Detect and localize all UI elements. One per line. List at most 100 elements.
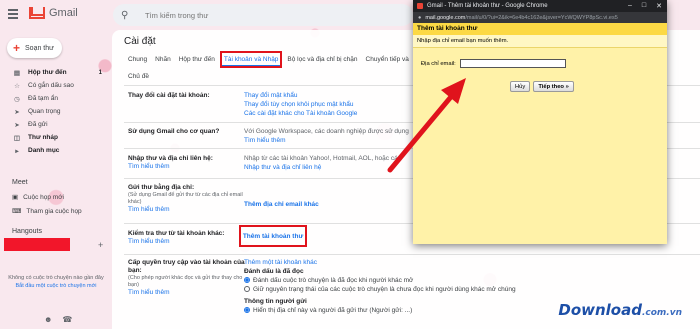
workspace-learn-more-link[interactable]: Tìm hiểu thêm (244, 136, 409, 145)
grant-access-learn-more-link[interactable]: Tìm hiểu thêm (128, 289, 248, 297)
import-label: Nhập thư và địa chỉ liên hệ: Tìm hiểu th… (128, 155, 248, 171)
check-mail-label: Kiểm tra thư từ tài khoản khác: Tìm hiểu… (128, 230, 248, 246)
check-mail-label-text: Kiểm tra thư từ tài khoản khác: (128, 230, 225, 237)
new-meeting-item[interactable]: ▣ Cuộc họp mới (12, 193, 64, 202)
search-input[interactable] (145, 10, 345, 20)
change-settings-links: Thay đổi mật khẩu Thay đổi tùy chọn khôi… (244, 91, 357, 118)
search-box[interactable]: ⚲ (113, 4, 413, 26)
add-email-link[interactable]: Thêm địa chỉ email khác (244, 200, 319, 209)
workspace-text: Với Google Workspace, các doanh nghiệp đ… (244, 128, 409, 135)
unread-count: 1 (98, 69, 102, 76)
send-icon: ➤ (14, 121, 20, 129)
import-mail-link[interactable]: Nhập thư và địa chỉ liên hệ (244, 163, 401, 172)
popup-address-bar[interactable]: ● mail.google.com/mail/u/0/?ui=2&ik=6e4b… (413, 12, 667, 23)
url-host: mail.google.com (425, 14, 466, 21)
app-name: Gmail (49, 7, 78, 19)
radio-selected[interactable] (244, 277, 250, 284)
tab-accounts-import[interactable]: Tài khoản và Nhập (219, 51, 283, 68)
tab-inbox[interactable]: Hộp thư đến (175, 52, 219, 67)
send-as-label-text: Gửi thư bằng địa chỉ: (128, 184, 195, 191)
sidebar-bottom-icons: ☻ ☎ (44, 315, 72, 324)
import-learn-more-link[interactable]: Tìm hiểu thêm (128, 163, 248, 171)
watermark-text: Download (558, 301, 642, 319)
search-icon[interactable]: ⚲ (121, 10, 135, 21)
keyboard-icon: ⌨ (12, 208, 22, 215)
person-icon[interactable]: ☻ (44, 315, 52, 324)
email-field[interactable] (459, 59, 566, 68)
tab-filters[interactable]: Bộ lọc và địa chỉ bị chặn (283, 52, 361, 67)
popup-window-title: Gmail - Thêm tài khoản thư - Google Chro… (427, 3, 548, 9)
gmail-logo[interactable]: Gmail (29, 7, 78, 19)
gmail-favicon-icon (417, 3, 423, 9)
tab-forwarding[interactable]: Chuyển tiếp và (362, 52, 413, 67)
sidebar-item-snoozed[interactable]: ◷ Đã tạm ẩn (0, 92, 106, 105)
change-password-link[interactable]: Thay đổi mật khẩu (244, 91, 357, 100)
import-text: Nhập từ các tài khoản Yahoo!, Hotmail, A… (244, 155, 401, 162)
check-mail-learn-more-link[interactable]: Tìm hiểu thêm (128, 238, 248, 246)
send-as-learn-more-link[interactable]: Tìm hiểu thêm (128, 206, 248, 214)
sidebar-item-label: Đã gửi (28, 121, 48, 128)
menu-icon[interactable] (8, 9, 18, 19)
grant-access-value: Thêm một tài khoản khác Đánh dấu là đã đ… (244, 258, 574, 314)
tab-general[interactable]: Chung (124, 52, 151, 67)
minimize-icon[interactable]: – (628, 2, 632, 10)
grant-access-label-text: Cấp quyền truy cập vào tài khoản của bạn… (128, 259, 245, 274)
cancel-button[interactable]: Hủy (510, 81, 531, 92)
sender-option-label: Hiển thị địa chỉ này và người đã gửi thư… (253, 307, 413, 314)
watermark-ext: .com.vn (641, 308, 682, 318)
sidebar-item-inbox[interactable]: ▤ Hộp thư đến 1 (0, 66, 106, 79)
sender-info-title: Thông tin người gửi (244, 298, 307, 305)
popup-body: Thêm tài khoản thư Nhập địa chỉ email bạ… (413, 23, 667, 244)
popup-title-bar: Gmail - Thêm tài khoản thư - Google Chro… (413, 0, 667, 12)
label-icon: ▸ (15, 147, 19, 155)
add-mail-account-popup: Gmail - Thêm tài khoản thư - Google Chro… (413, 0, 667, 244)
start-chat-link[interactable]: Bắt đầu một cuộc trò chuyện mới (16, 283, 97, 289)
next-button[interactable]: Tiếp theo » (533, 81, 574, 92)
clock-icon: ◷ (14, 95, 20, 103)
compose-button[interactable]: + Soạn thư (7, 38, 62, 58)
sidebar-item-categories[interactable]: ▸ Danh mục (0, 144, 106, 157)
sidebar-item-label: Thư nháp (28, 134, 58, 141)
sender-info-option[interactable]: Hiển thị địa chỉ này và người đã gửi thư… (244, 306, 574, 314)
sidebar-item-label: Đã tạm ẩn (28, 95, 58, 102)
add-chat-icon[interactable]: + (98, 240, 103, 250)
sidebar-item-important[interactable]: ➤ Quan trọng (0, 105, 106, 118)
star-icon: ☆ (14, 82, 20, 90)
send-as-note: (Sử dụng Gmail để gửi thư từ các địa chỉ… (128, 192, 243, 205)
sidebar-item-starred[interactable]: ☆ Có gắn dấu sao (0, 79, 106, 92)
tab-labels[interactable]: Nhãn (151, 52, 175, 67)
mark-read-option-1[interactable]: Đánh dấu cuộc trò chuyện là đã đọc khi n… (244, 276, 574, 285)
sidebar-item-label: Hộp thư đến (28, 69, 67, 76)
recovery-options-link[interactable]: Thay đổi tùy chọn khôi phục mật khẩu (244, 100, 357, 109)
email-label: Địa chỉ email: (421, 60, 456, 67)
radio-selected[interactable] (244, 307, 250, 314)
sidebar-item-sent[interactable]: ➤ Đã gửi (0, 118, 106, 131)
page-title: Cài đặt (124, 36, 156, 47)
add-mail-account-link[interactable]: Thêm tài khoản thư (239, 225, 307, 247)
sidebar-item-drafts[interactable]: ◫ Thư nháp (0, 131, 106, 144)
video-icon: ▣ (12, 194, 19, 201)
tab-themes[interactable]: Chủ đề (128, 73, 149, 80)
empty-text: Không có cuộc trò chuyện nào gần đây (8, 275, 104, 281)
window-controls: – □ ✕ (628, 2, 667, 10)
popup-subtitle: Nhập địa chỉ email bạn muốn thêm. (413, 35, 667, 48)
new-meeting-label: Cuộc họp mới (23, 193, 64, 201)
inbox-icon: ▤ (13, 69, 21, 77)
hangouts-user-redacted (4, 238, 70, 251)
radio-unselected[interactable] (244, 286, 250, 293)
lock-icon: ● (418, 14, 422, 21)
option-1-label: Đánh dấu cuộc trò chuyện là đã đọc khi n… (253, 277, 414, 284)
change-settings-label: Thay đổi cài đặt tài khoản: (128, 92, 210, 99)
mark-read-option-2[interactable]: Giữ nguyên trạng thái của các cuộc trò c… (244, 285, 574, 294)
add-another-account-link[interactable]: Thêm một tài khoản khác (244, 258, 574, 267)
sidebar-item-label: Có gắn dấu sao (28, 82, 74, 89)
settings-tabs: Chung Nhãn Hộp thư đến Tài khoản và Nhập… (124, 51, 413, 68)
close-icon[interactable]: ✕ (656, 2, 662, 10)
email-form: Địa chỉ email: (421, 59, 566, 68)
google-account-settings-link[interactable]: Các cài đặt khác cho Tài khoản Google (244, 109, 357, 118)
phone-icon[interactable]: ☎ (62, 315, 72, 324)
workspace-value: Với Google Workspace, các doanh nghiệp đ… (244, 127, 409, 145)
maximize-icon[interactable]: □ (642, 2, 646, 10)
import-label-text: Nhập thư và địa chỉ liên hệ: (128, 155, 213, 162)
join-meeting-item[interactable]: ⌨ Tham gia cuộc họp (12, 207, 82, 216)
